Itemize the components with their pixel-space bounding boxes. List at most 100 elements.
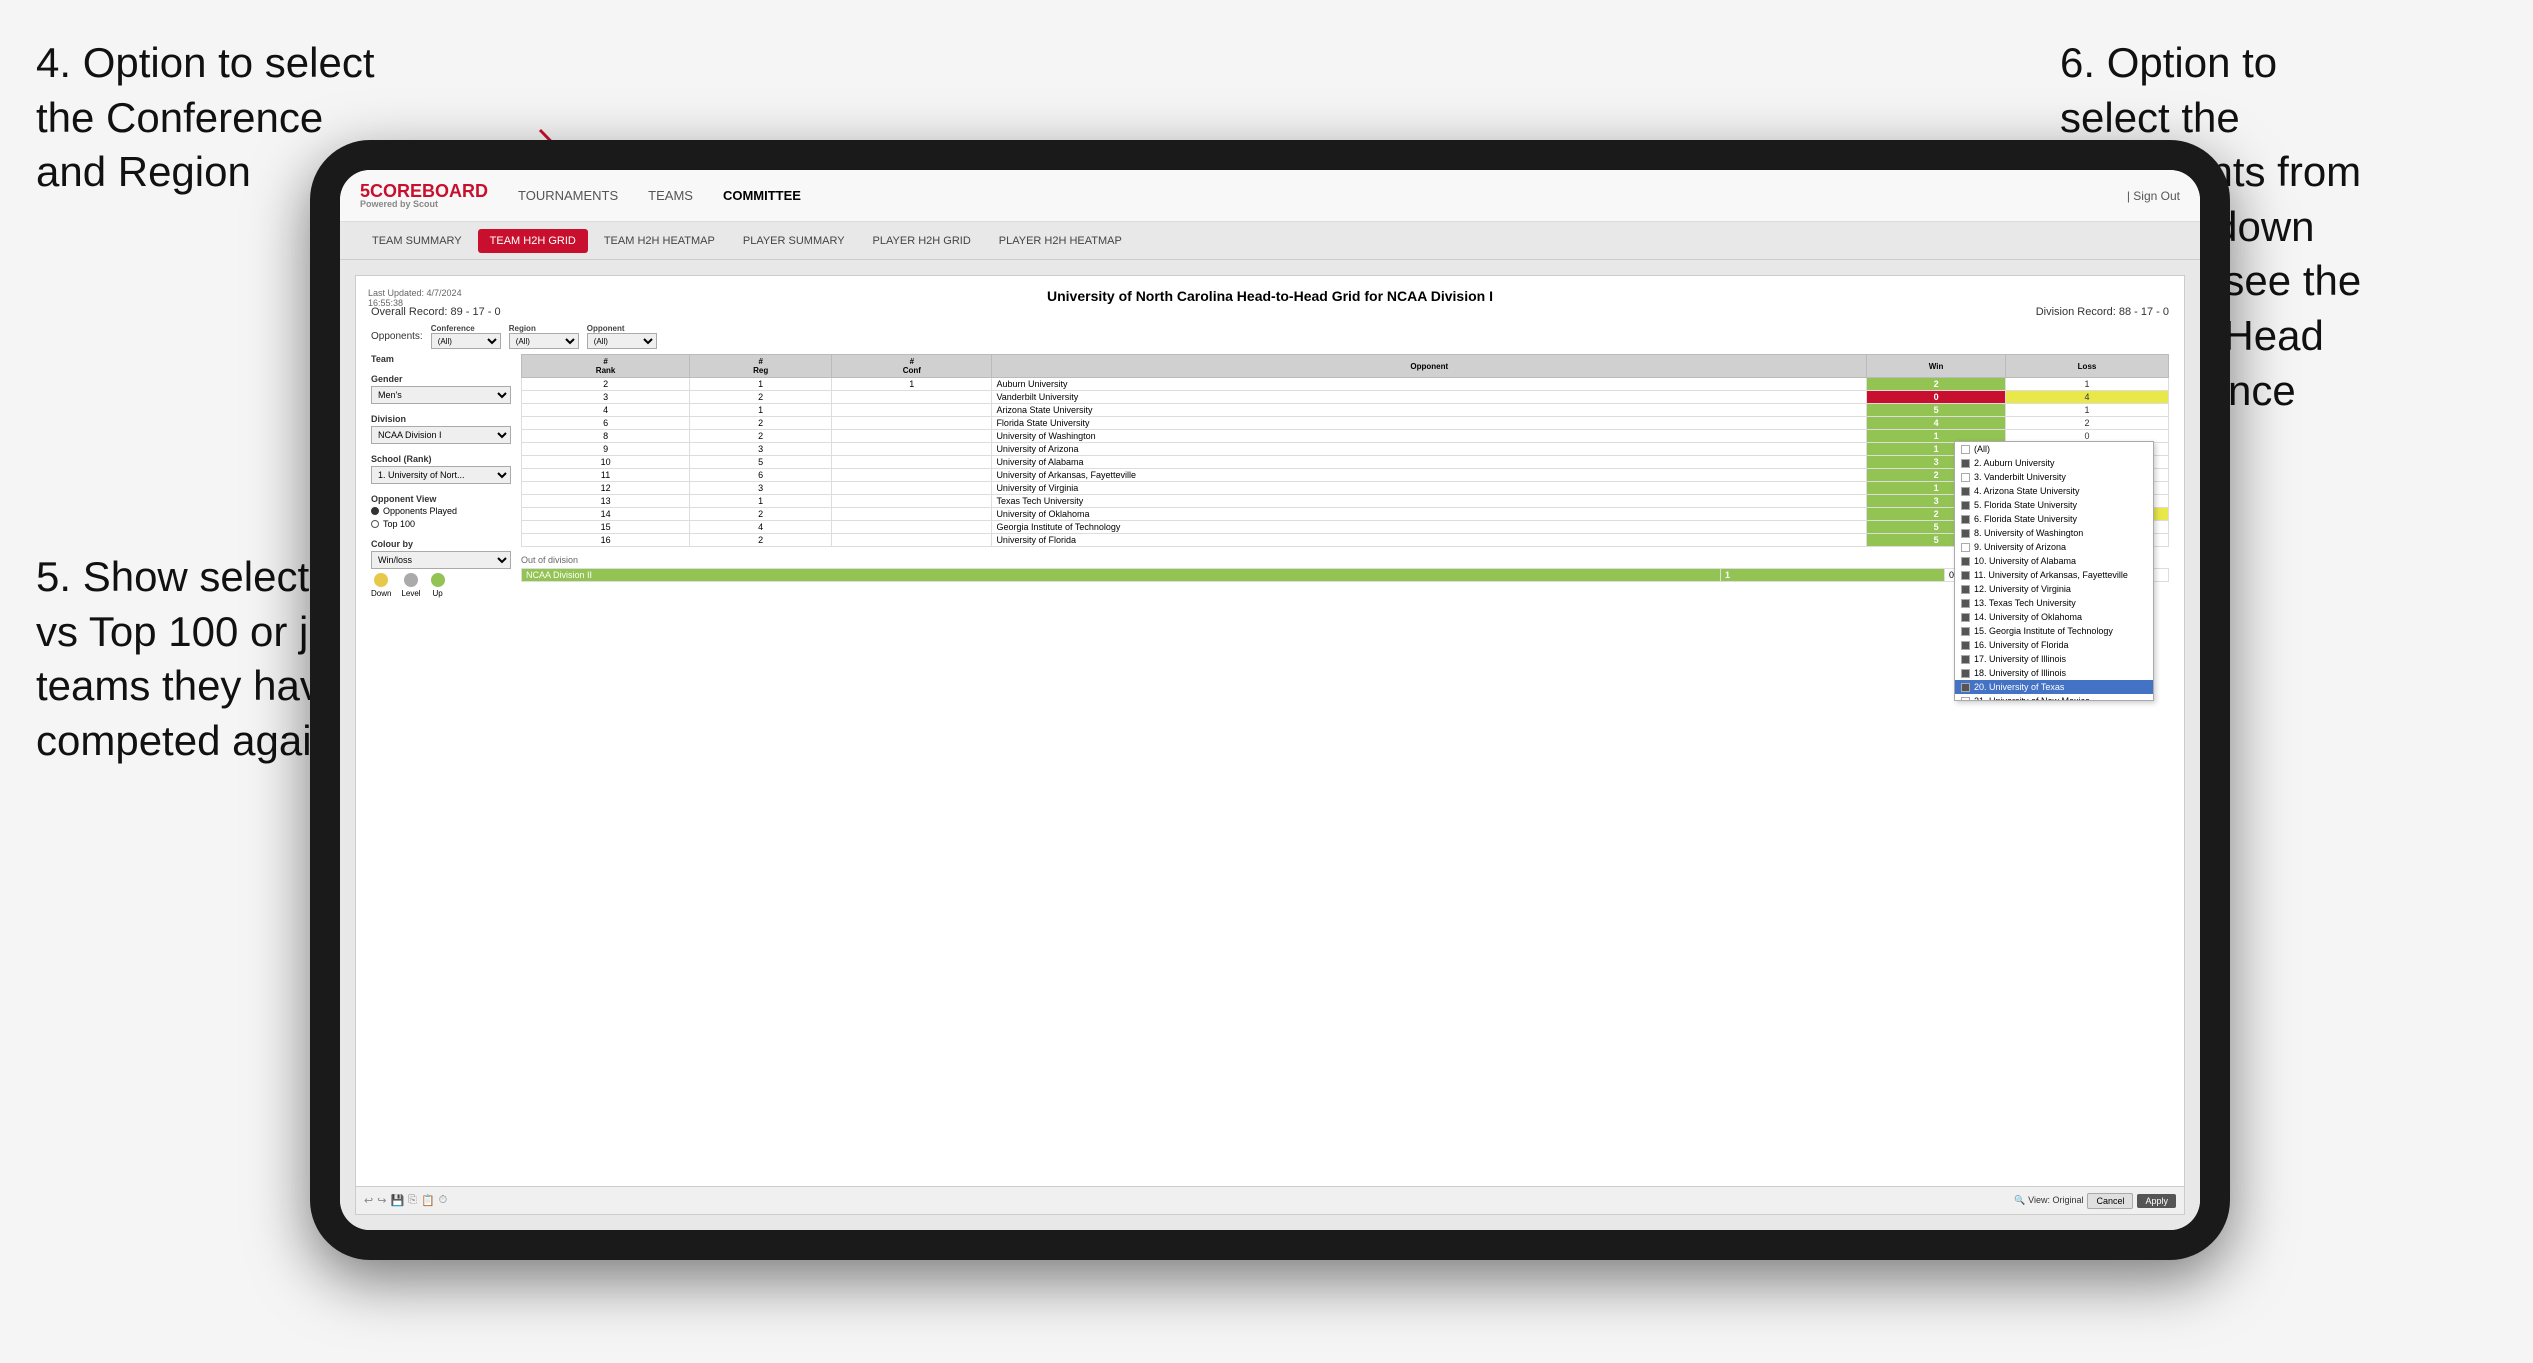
reg-cell: 6 xyxy=(690,469,832,482)
col-win: Win xyxy=(1867,355,2006,378)
radio-top100[interactable]: Top 100 xyxy=(371,519,511,529)
dropdown-checkbox xyxy=(1961,557,1970,566)
dropdown-item[interactable]: 5. Florida State University xyxy=(1955,498,2153,512)
signout-link[interactable]: | Sign Out xyxy=(2127,189,2180,203)
nav-teams[interactable]: TEAMS xyxy=(648,184,693,207)
conf-cell xyxy=(832,417,992,430)
opponent-select[interactable]: (All) xyxy=(587,333,657,349)
ncaa-win: 1 xyxy=(1721,569,1945,582)
dropdown-item[interactable]: 12. University of Virginia xyxy=(1955,582,2153,596)
dropdown-item[interactable]: 6. Florida State University xyxy=(1955,512,2153,526)
cancel-button[interactable]: Cancel xyxy=(2087,1193,2133,1209)
reg-cell: 2 xyxy=(690,430,832,443)
division-select[interactable]: NCAA Division I xyxy=(371,426,511,444)
copy-icon[interactable]: ⎘ xyxy=(408,1194,417,1207)
dropdown-item-label: 6. Florida State University xyxy=(1974,514,2077,524)
annotation-4-title: 4. Option to select xyxy=(36,39,375,86)
table-row: 4 1 Arizona State University 5 1 xyxy=(522,404,2169,417)
radio-dot-top100 xyxy=(371,520,379,528)
dropdown-item[interactable]: 11. University of Arkansas, Fayetteville xyxy=(1955,568,2153,582)
dropdown-item[interactable]: 13. Texas Tech University xyxy=(1955,596,2153,610)
dropdown-item-label: 4. Arizona State University xyxy=(1974,486,2080,496)
dropdown-item-label: 5. Florida State University xyxy=(1974,500,2077,510)
conf-cell xyxy=(832,456,992,469)
school-section: School (Rank) 1. University of Nort... xyxy=(371,454,511,484)
win-cell: 4 xyxy=(1867,417,2006,430)
reg-cell: 4 xyxy=(690,521,832,534)
subnav-player-summary[interactable]: PLAYER SUMMARY xyxy=(731,229,857,253)
nav-committee[interactable]: COMMITTEE xyxy=(723,184,801,207)
school-select[interactable]: 1. University of Nort... xyxy=(371,466,511,484)
subnav-player-h2h-heatmap[interactable]: PLAYER H2H HEATMAP xyxy=(987,229,1134,253)
rank-cell: 8 xyxy=(522,430,690,443)
opponent-dropdown[interactable]: (All)2. Auburn University3. Vanderbilt U… xyxy=(1954,441,2154,701)
conf-cell xyxy=(832,404,992,417)
rank-cell: 13 xyxy=(522,495,690,508)
dropdown-item[interactable]: 3. Vanderbilt University xyxy=(1955,470,2153,484)
colour-select[interactable]: Win/loss xyxy=(371,551,511,569)
undo-icon[interactable]: ↩ xyxy=(364,1194,373,1207)
dropdown-item-label: 16. University of Florida xyxy=(1974,640,2069,650)
dropdown-item[interactable]: 2. Auburn University xyxy=(1955,456,2153,470)
table-row: 10 5 University of Alabama 3 0 xyxy=(522,456,2169,469)
subnav-team-h2h-grid[interactable]: TEAM H2H GRID xyxy=(478,229,588,253)
subnav-player-h2h-grid[interactable]: PLAYER H2H GRID xyxy=(861,229,983,253)
dropdown-item[interactable]: 20. University of Texas xyxy=(1955,680,2153,694)
opponent-cell: Auburn University xyxy=(992,378,1867,391)
legend-level-label: Level xyxy=(401,589,420,598)
table-row: NCAA Division II 1 0 xyxy=(522,569,2169,582)
table-row: 13 1 Texas Tech University 3 0 xyxy=(522,495,2169,508)
dropdown-item[interactable]: 16. University of Florida xyxy=(1955,638,2153,652)
dropdown-item[interactable]: 10. University of Alabama xyxy=(1955,554,2153,568)
conf-cell xyxy=(832,508,992,521)
bottom-toolbar: ↩ ↪ 💾 ⎘ 📋 ⏱ 🔍 View: Original Cancel Appl… xyxy=(356,1186,2184,1214)
table-row: 8 2 University of Washington 1 0 xyxy=(522,430,2169,443)
dropdown-checkbox xyxy=(1961,655,1970,664)
out-div-table: NCAA Division II 1 0 xyxy=(521,568,2169,582)
subnav-team-h2h-heatmap[interactable]: TEAM H2H HEATMAP xyxy=(592,229,727,253)
table-filters: Opponents: Conference (All) Region (All) xyxy=(371,324,2169,349)
legend-up-circle xyxy=(431,573,445,587)
conf-cell xyxy=(832,521,992,534)
team-label: Team xyxy=(371,354,511,364)
division-label: Division xyxy=(371,414,511,424)
rank-cell: 15 xyxy=(522,521,690,534)
dropdown-item[interactable]: (All) xyxy=(1955,442,2153,456)
school-label: School (Rank) xyxy=(371,454,511,464)
paste-icon[interactable]: 📋 xyxy=(421,1194,435,1207)
subnav-team-summary[interactable]: TEAM SUMMARY xyxy=(360,229,474,253)
main-content: Last Updated: 4/7/202416:55:38 Universit… xyxy=(340,260,2200,1230)
dropdown-item[interactable]: 14. University of Oklahoma xyxy=(1955,610,2153,624)
dropdown-checkbox xyxy=(1961,529,1970,538)
conference-select[interactable]: (All) xyxy=(431,333,501,349)
dropdown-item[interactable]: 8. University of Washington xyxy=(1955,526,2153,540)
nav-tournaments[interactable]: TOURNAMENTS xyxy=(518,184,618,207)
dropdown-item[interactable]: 4. Arizona State University xyxy=(1955,484,2153,498)
redo-icon[interactable]: ↪ xyxy=(377,1194,386,1207)
opponent-view-label: Opponent View xyxy=(371,494,511,504)
dropdown-item[interactable]: 17. University of Illinois xyxy=(1955,652,2153,666)
table-row: 11 6 University of Arkansas, Fayettevill… xyxy=(522,469,2169,482)
last-updated: Last Updated: 4/7/202416:55:38 xyxy=(368,288,462,308)
dropdown-checkbox xyxy=(1961,697,1970,702)
logo: 5COREBOARD Powered by Scout xyxy=(360,182,488,209)
logo-text: 5COREBOARD xyxy=(360,181,488,201)
opponent-cell: University of Virginia xyxy=(992,482,1867,495)
conference-label: Conference xyxy=(431,324,501,333)
dropdown-item[interactable]: 15. Georgia Institute of Technology xyxy=(1955,624,2153,638)
radio-opponents-played[interactable]: Opponents Played xyxy=(371,506,511,516)
region-select[interactable]: (All) xyxy=(509,333,579,349)
dropdown-checkbox xyxy=(1961,627,1970,636)
dropdown-checkbox xyxy=(1961,473,1970,482)
dropdown-item-label: 12. University of Virginia xyxy=(1974,584,2071,594)
dropdown-item[interactable]: 21. University of New Mexico xyxy=(1955,694,2153,701)
col-reg: #Reg xyxy=(690,355,832,378)
legend-up-label: Up xyxy=(432,589,442,598)
save-icon[interactable]: 💾 xyxy=(390,1194,404,1207)
reg-cell: 2 xyxy=(690,417,832,430)
dropdown-item[interactable]: 18. University of Illinois xyxy=(1955,666,2153,680)
apply-button[interactable]: Apply xyxy=(2137,1194,2176,1208)
dropdown-checkbox xyxy=(1961,599,1970,608)
dropdown-item[interactable]: 9. University of Arizona xyxy=(1955,540,2153,554)
gender-select[interactable]: Men's xyxy=(371,386,511,404)
